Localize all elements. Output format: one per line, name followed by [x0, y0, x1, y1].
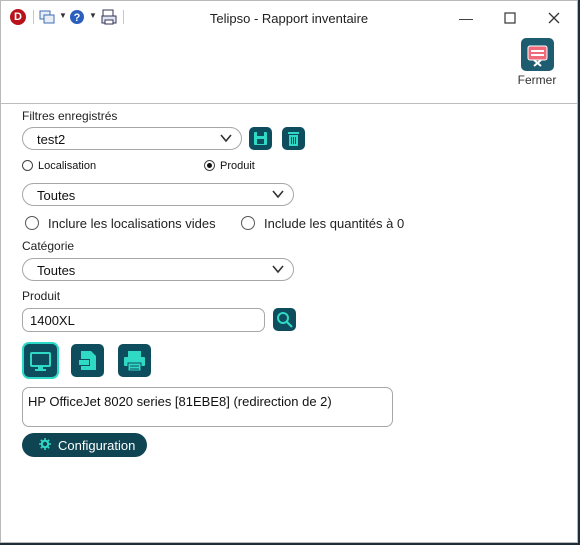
chevron-down-icon — [272, 190, 284, 199]
localisation-radio[interactable] — [22, 160, 33, 171]
report-window: D ▼ ? ▼ Telipso - Rapport inventaire — F… — [0, 0, 578, 543]
close-icon — [548, 12, 560, 24]
minimize-icon[interactable]: — — [457, 9, 475, 27]
scope-value: Toutes — [37, 188, 76, 203]
ribbon-divider — [1, 103, 577, 104]
monitor-icon — [30, 352, 51, 371]
search-icon — [277, 312, 293, 328]
saved-filters-label: Filtres enregistrés — [22, 109, 118, 123]
print-output-button[interactable] — [118, 344, 151, 377]
configuration-button[interactable]: Configuration — [22, 433, 147, 457]
include-empty-locations-label[interactable]: Inclure les localisations vides — [48, 216, 216, 231]
product-search-button[interactable] — [273, 308, 296, 331]
category-label: Catégorie — [22, 239, 75, 253]
maximize-button[interactable] — [501, 9, 519, 27]
export-file-icon — [78, 351, 96, 370]
close-report-button[interactable] — [521, 38, 554, 71]
gear-icon — [39, 438, 51, 450]
category-value: Toutes — [37, 263, 76, 278]
maximize-icon — [504, 12, 516, 24]
include-zero-quantities-checkbox[interactable] — [241, 216, 255, 230]
produit-radio-label[interactable]: Produit — [220, 160, 255, 172]
save-filter-button[interactable] — [249, 127, 272, 150]
product-label: Produit — [22, 289, 61, 303]
close-report-label[interactable]: Fermer — [509, 73, 565, 87]
close-report-icon — [527, 45, 548, 67]
scope-select[interactable]: Toutes — [22, 183, 294, 206]
close-window-button[interactable] — [545, 9, 563, 27]
chevron-down-icon — [272, 265, 284, 274]
delete-filter-button[interactable] — [282, 127, 305, 150]
configuration-label: Configuration — [58, 438, 136, 453]
localisation-radio-label[interactable]: Localisation — [38, 160, 96, 172]
include-empty-locations-checkbox[interactable] — [25, 216, 39, 230]
ribbon — [1, 33, 577, 103]
printer-icon — [124, 351, 145, 372]
printer-textarea[interactable]: HP OfficeJet 8020 series [81EBE8] (redir… — [22, 387, 393, 427]
window-title: Telipso - Rapport inventaire — [209, 11, 369, 26]
export-output-button[interactable] — [71, 344, 104, 377]
product-value: 1400XL — [30, 313, 75, 328]
chevron-down-icon — [220, 134, 232, 143]
screen-output-button[interactable] — [24, 344, 57, 377]
title-bar: D ▼ ? ▼ Telipso - Rapport inventaire — — [1, 1, 577, 33]
produit-radio[interactable] — [204, 160, 215, 171]
printer-text: HP OfficeJet 8020 series [81EBE8] (redir… — [28, 394, 332, 409]
save-icon — [254, 132, 267, 145]
category-select[interactable]: Toutes — [22, 258, 294, 281]
include-zero-quantities-label[interactable]: Include les quantités à 0 — [264, 216, 404, 231]
saved-filter-select[interactable]: test2 — [22, 127, 242, 150]
saved-filter-value: test2 — [37, 132, 66, 147]
product-input[interactable]: 1400XL — [22, 308, 265, 332]
trash-icon — [288, 132, 299, 146]
